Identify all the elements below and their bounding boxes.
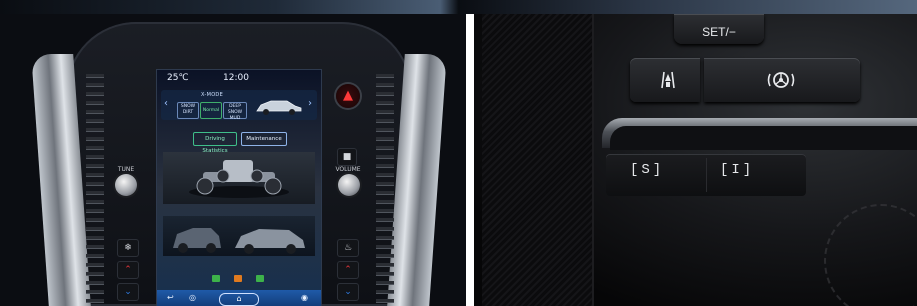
- photo-gap: [466, 14, 474, 306]
- mode-snow-dirt[interactable]: SNOW DIRT: [177, 102, 199, 119]
- orange-indicator-icon: [234, 275, 242, 282]
- left-air-vent: [86, 74, 104, 304]
- volume-knob[interactable]: [338, 174, 360, 196]
- sport-mode-button[interactable]: [S]: [630, 162, 664, 178]
- intelligent-mode-button[interactable]: [I]: [720, 162, 754, 178]
- steering-controls-photo: SET/− [S] [I]: [474, 14, 917, 306]
- clock-readout: 12:00: [223, 73, 249, 83]
- mode-deep-snow-mud[interactable]: DEEP SNOW MUD: [223, 102, 247, 121]
- temperature-readout: 25℃: [167, 73, 189, 83]
- lane-keep-icon: [656, 68, 680, 96]
- volume-label: VOLUME: [335, 166, 361, 173]
- chevron-left-icon[interactable]: ‹: [164, 98, 168, 109]
- chrome-bezel-inner: [610, 126, 917, 150]
- tab-maintenance[interactable]: Maintenance: [241, 132, 287, 146]
- temp-up-right-icon[interactable]: ⌃: [337, 261, 359, 279]
- drive-mode-carousel: ‹ X-MODE SNOW DIRT Normal DEEP SNOW MUD …: [161, 90, 317, 121]
- vehicle-camera-views: [163, 216, 315, 256]
- top-background-strip: [0, 0, 917, 14]
- touchscreen[interactable]: 25℃ 12:00 ‹ X-MODE SNOW DIRT Normal DEEP…: [156, 69, 322, 306]
- bottom-dock: ↩ ◎ ⌂ ◉: [157, 290, 321, 306]
- camera-icon[interactable]: ◎: [189, 293, 196, 302]
- adaptive-cruise-icon: [766, 68, 796, 96]
- back-icon[interactable]: ↩: [167, 293, 174, 302]
- defrost-icon[interactable]: ♨: [337, 239, 359, 257]
- stop-icon[interactable]: ■: [337, 148, 357, 166]
- right-air-vent: [376, 74, 394, 304]
- infotainment-photo: TUNE ❄ ⌃ ⌄ ▲ ■ VOLUME ♨ ⌃ ⌄ 25℃ 12:00 ‹ …: [0, 14, 466, 306]
- drivetrain-illustration: [163, 152, 315, 204]
- mode-normal[interactable]: Normal: [200, 102, 222, 119]
- green-indicator-icon-2: [256, 275, 264, 282]
- set-minus-button[interactable]: SET/−: [674, 14, 764, 44]
- green-indicator-icon: [212, 275, 220, 282]
- tab-driving-statistics[interactable]: Driving Statistics: [193, 132, 237, 154]
- tune-label: TUNE: [117, 166, 135, 173]
- person-icon[interactable]: ◉: [301, 293, 308, 302]
- car-thumbnail: [256, 100, 302, 115]
- tune-knob[interactable]: [115, 174, 137, 196]
- temp-down-right-icon[interactable]: ⌄: [337, 283, 359, 301]
- steering-wheel-leather: [482, 14, 594, 306]
- home-icon[interactable]: ⌂: [219, 293, 259, 306]
- chevron-right-icon[interactable]: ›: [308, 98, 312, 109]
- button-divider: [706, 158, 707, 192]
- temp-down-icon[interactable]: ⌄: [117, 283, 139, 301]
- fan-icon[interactable]: ❄: [117, 239, 139, 257]
- temp-up-icon[interactable]: ⌃: [117, 261, 139, 279]
- hazard-icon[interactable]: ▲: [336, 84, 360, 108]
- x-mode-logo: X-MODE: [201, 92, 224, 98]
